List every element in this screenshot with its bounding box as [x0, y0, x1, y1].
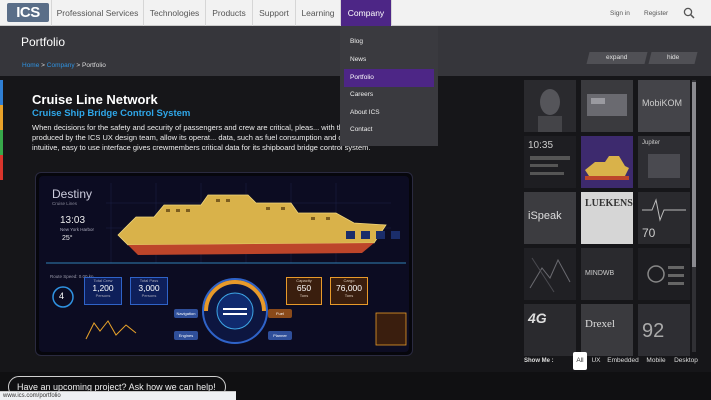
card-unit: Persons [95, 293, 111, 298]
breadcrumb-home[interactable]: Home [22, 62, 39, 69]
portfolio-tile[interactable]: LUEKENS [581, 192, 633, 244]
tile-label: MINDWB [585, 270, 615, 277]
project-title: Cruise Line Network [32, 92, 158, 107]
portfolio-tile[interactable]: 4G [524, 304, 576, 356]
nav-company[interactable]: Company [340, 0, 392, 26]
card-unit: Persons [141, 293, 157, 298]
portfolio-tile[interactable] [524, 248, 576, 300]
portfolio-tile[interactable] [524, 80, 576, 132]
ship-time: 13:03 [60, 215, 86, 226]
project-subtitle: Cruise Ship Bridge Control System [32, 108, 191, 119]
grid-scrollbar-thumb[interactable] [692, 82, 696, 267]
dropdown-item-news[interactable]: News [344, 51, 434, 69]
passengers-card: Total Pass 3,000 Persons [130, 277, 168, 305]
portfolio-tile[interactable] [581, 80, 633, 132]
portfolio-tile[interactable]: 10:35 [524, 136, 576, 188]
side-accent-red [0, 155, 3, 180]
filter-desktop[interactable]: Desktop [671, 352, 701, 370]
dropdown-item-about[interactable]: About ICS [344, 104, 434, 122]
ship-location: New York Harbor [60, 227, 95, 232]
register-link[interactable]: Register [644, 0, 668, 26]
page-title: Portfolio [21, 35, 66, 49]
side-accent-blue [0, 80, 3, 105]
ship-name: Destiny [52, 187, 93, 201]
dropdown-item-careers[interactable]: Careers [344, 86, 434, 104]
portfolio-tile[interactable]: MINDWB [581, 248, 633, 300]
speed-value: 4 [59, 291, 65, 301]
cargo-card: Cargo 76,000 Tons [330, 277, 368, 305]
nav-learning[interactable]: Learning [295, 0, 340, 26]
portfolio-tile[interactable]: iSpeak [524, 192, 576, 244]
tile-label: Drexel [585, 318, 615, 330]
portfolio-tile[interactable]: Jupiter [638, 136, 690, 188]
expand-tab[interactable]: expand [586, 52, 648, 64]
dropdown-item-blog[interactable]: Blog [344, 33, 434, 51]
card-value: 76,000 [336, 283, 362, 293]
tile-label: 92 [642, 320, 665, 342]
breadcrumb-separator: > [76, 62, 81, 69]
filter-embedded[interactable]: Embedded [605, 352, 641, 370]
hide-tab[interactable]: hide [648, 52, 698, 64]
portfolio-tile[interactable]: Drexel [581, 304, 633, 356]
tile-label: 70 [642, 226, 656, 240]
hide-label: hide [666, 54, 680, 61]
fuel-button: Fuel [268, 309, 292, 318]
planner-button: Planner [268, 331, 292, 340]
breadcrumb-separator: > [41, 62, 45, 69]
breadcrumb-company[interactable]: Company [47, 62, 75, 69]
ship-temperature: 25° [62, 235, 73, 242]
side-accent-green [0, 130, 3, 155]
card-value: 1,200 [92, 283, 114, 293]
expand-label: expand [606, 54, 628, 61]
search-icon[interactable] [683, 6, 695, 19]
filter-mobile[interactable]: Mobile [643, 352, 669, 370]
navigation-button: Navigation [174, 309, 198, 318]
portfolio-tile[interactable]: 70 [638, 192, 690, 244]
tile-label: LUEKENS [585, 198, 633, 209]
card-value: 3,000 [138, 283, 160, 293]
sign-in-link[interactable]: Sign in [610, 0, 630, 26]
portfolio-tile[interactable]: 92 [638, 304, 690, 356]
breadcrumb: Home > Company > Portfolio [22, 62, 106, 69]
side-accent-orange [0, 105, 3, 130]
card-value: 650 [296, 283, 312, 293]
portfolio-tile[interactable] [581, 136, 633, 188]
tile-label: MobiKOM [642, 98, 683, 108]
nav-support[interactable]: Support [252, 0, 295, 26]
show-me-label: Show Me : [524, 358, 554, 364]
nav-professional-services[interactable]: Professional Services [51, 0, 143, 26]
crew-card: Total Crew 1,200 Persons [84, 277, 122, 305]
card-unit: Tons [344, 293, 354, 298]
ics-logo[interactable]: ICS [7, 3, 49, 22]
card-unit: Tons [299, 293, 309, 298]
nav-technologies[interactable]: Technologies [143, 0, 205, 26]
breadcrumb-current: Portfolio [82, 62, 106, 69]
engines-button: Engines [174, 331, 198, 340]
dropdown-item-contact[interactable]: Contact [344, 121, 434, 139]
company-dropdown-menu: Blog News Portfolio Careers About ICS Co… [340, 26, 438, 146]
tile-label: iSpeak [528, 210, 562, 222]
filter-ux[interactable]: UX [589, 352, 603, 370]
portfolio-tile[interactable] [638, 248, 690, 300]
nav-products[interactable]: Products [205, 0, 252, 26]
ship-subtitle: Cruise Lines [52, 201, 78, 206]
portfolio-grid: MobiKOM 10:35 Jupiter iSpeak LUEKENS 70 … [524, 80, 690, 356]
portfolio-tile[interactable]: MobiKOM [638, 80, 690, 132]
filter-all[interactable]: All [573, 352, 587, 370]
dropdown-item-portfolio[interactable]: Portfolio [344, 69, 434, 87]
browser-status-url: www.ics.com/portfolio [0, 391, 236, 400]
capacity-card: Capacity 650 Tons [286, 277, 322, 305]
tile-label: 4G [528, 310, 547, 326]
project-screenshot: Destiny Cruise Lines 13:03 New York Harb… [35, 172, 413, 356]
